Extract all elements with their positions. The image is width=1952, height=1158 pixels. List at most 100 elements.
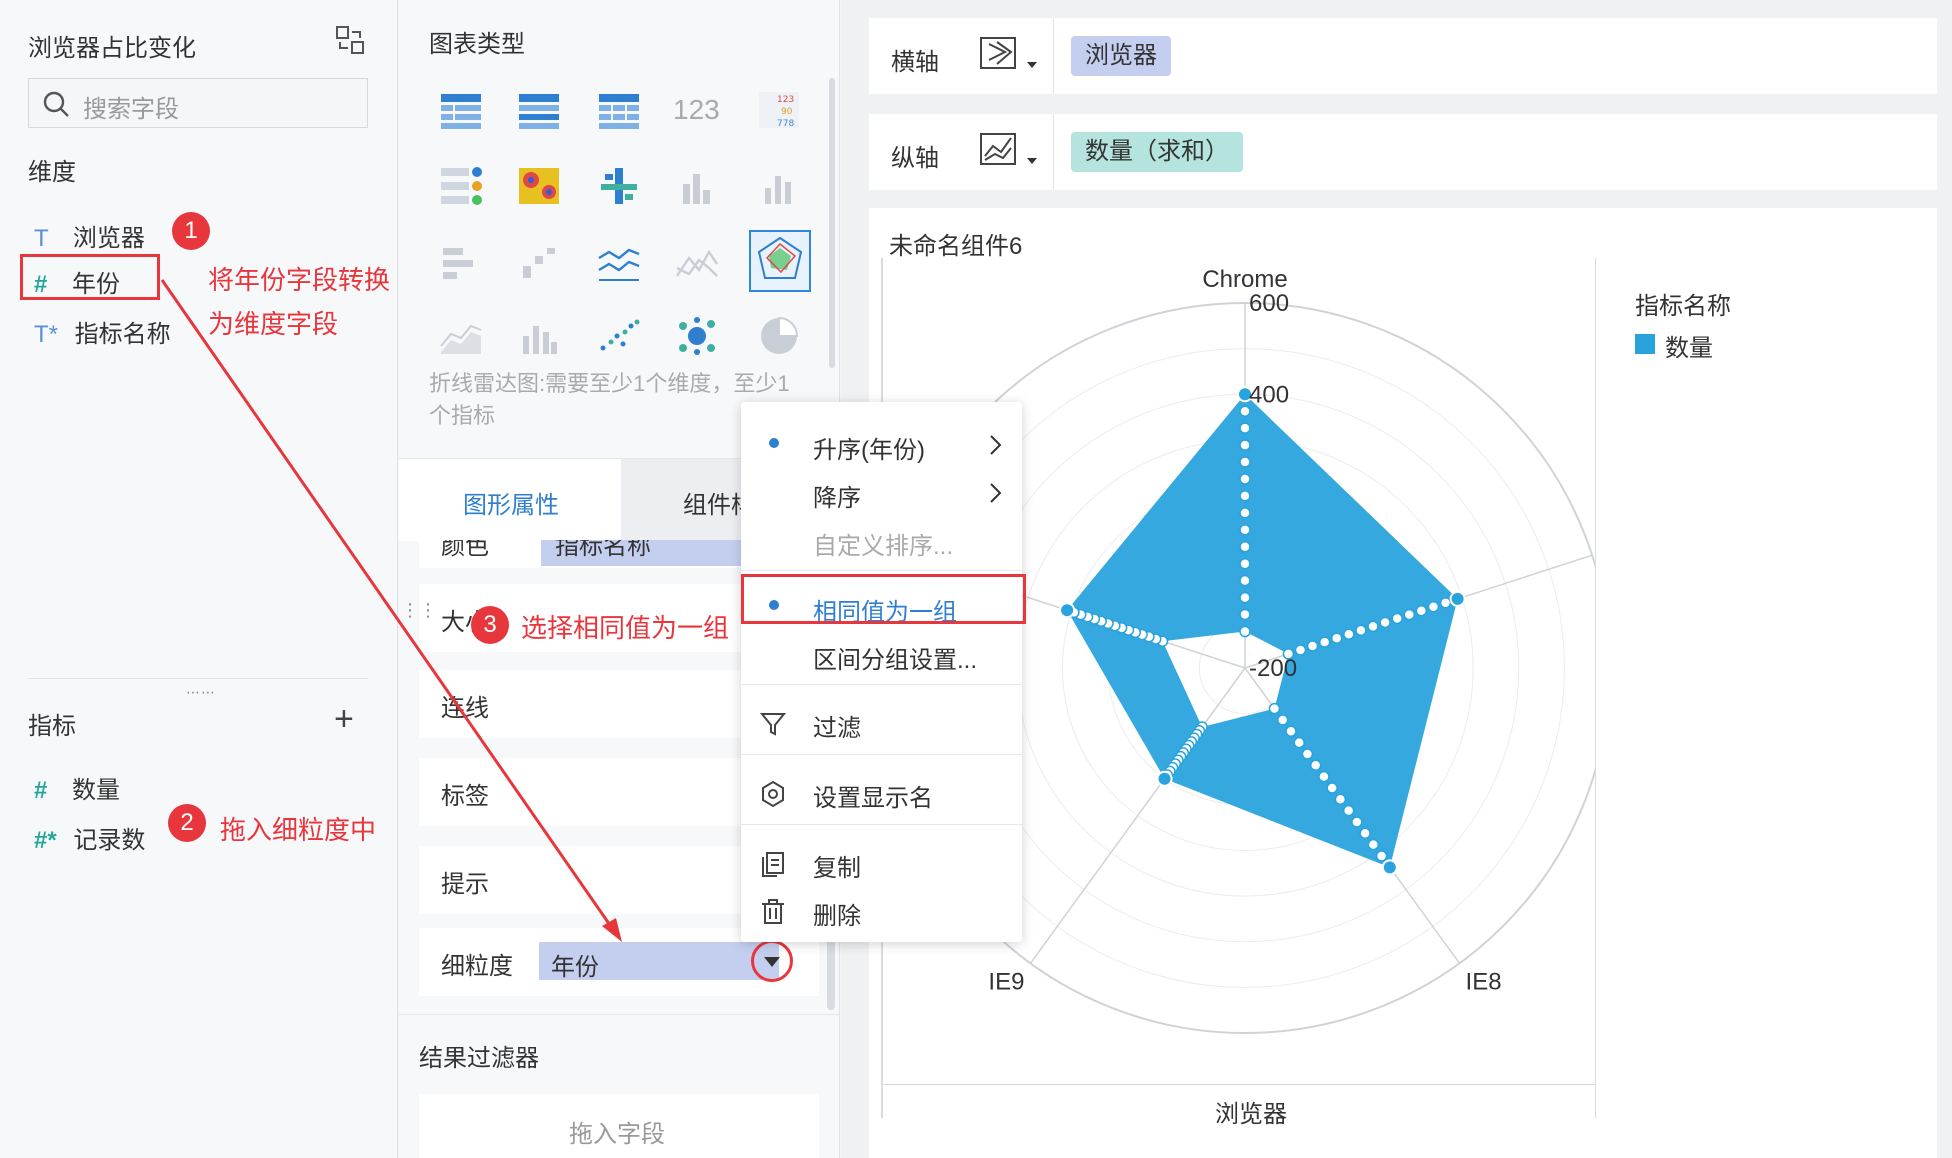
step-chart-gray-icon[interactable]: [515, 238, 563, 286]
radar-data-point: [1059, 602, 1076, 619]
widget-title: 未命名组件6: [889, 233, 1023, 260]
menu-item-copy[interactable]: 复制: [741, 840, 1022, 886]
radar-data-point: [1285, 725, 1297, 738]
switch-dataset-icon[interactable]: [334, 24, 366, 56]
menu-item-interval-group[interactable]: 区间分组设置...: [741, 632, 1022, 678]
radar-category-label: IE9: [988, 968, 1024, 995]
column-chart-gray-icon[interactable]: [755, 162, 803, 210]
menu-item-delete[interactable]: 删除: [741, 888, 1022, 934]
scatter-chart-icon[interactable]: [595, 312, 643, 360]
result-filter-header: 结果过滤器: [419, 1045, 539, 1072]
number-type-icon: #*: [34, 827, 57, 854]
radar-category-label: Chrome: [1202, 266, 1287, 293]
group-table-icon[interactable]: [515, 86, 563, 134]
colored-kpi-icon[interactable]: 123 90 778: [755, 86, 803, 134]
stacked-bar-gray-icon[interactable]: [437, 238, 485, 286]
radar-data-point: [1318, 770, 1330, 783]
menu-item-filter[interactable]: 过滤: [741, 700, 1022, 746]
step-2-text: 拖入细粒度中: [220, 815, 377, 845]
y-axis-shelf[interactable]: 纵轴 数量（求和）: [869, 114, 1937, 190]
radar-data-point: [1381, 859, 1398, 876]
radar-data-point: [1379, 616, 1391, 629]
pie-chart-gray-icon[interactable]: [755, 312, 803, 360]
chart-widget: 未命名组件6 浏览器 指标名称 数量 600400-200ChromeFiref…: [869, 208, 1937, 1158]
menu-item-custom-sort: 自定义排序...: [813, 533, 954, 560]
radar-data-point: [1330, 632, 1343, 644]
measure-field-records[interactable]: #* 记录数: [34, 820, 145, 855]
bar-chart-gray-icon[interactable]: [673, 162, 721, 210]
radar-data-point: [1294, 644, 1307, 656]
cross-table-icon[interactable]: [595, 86, 643, 134]
indicator-card-icon[interactable]: [437, 162, 485, 210]
menu-separator: [741, 570, 1022, 571]
step-3-badge: 3: [471, 606, 509, 644]
field-context-menu: 升序(年份) 降序 自定义排序... 相同值为一组 区间分组设置... 过滤 设…: [741, 402, 1026, 942]
same-value-highlight: [741, 574, 1026, 624]
tab-graph-properties[interactable]: 图形属性: [399, 459, 621, 541]
divider: [28, 678, 368, 679]
svg-text:123: 123: [777, 95, 794, 105]
divider: [1053, 18, 1054, 94]
x-axis-shelf[interactable]: 横轴 浏览器: [869, 18, 1937, 94]
granularity-year-pill[interactable]: 年份: [539, 942, 779, 981]
radar-data-point: [1415, 604, 1428, 617]
add-measure-icon[interactable]: +: [334, 700, 354, 739]
radar-data-point: [1301, 748, 1314, 760]
menu-separator: [741, 824, 1022, 825]
radar-tick-label: -200: [1249, 655, 1297, 682]
legend-swatch[interactable]: [1635, 334, 1655, 354]
radar-data-point: [1156, 770, 1173, 787]
radar-tick-label: 400: [1249, 381, 1289, 408]
step-3-text: 选择相同值为一组: [521, 613, 730, 643]
radar-data-point: [1367, 620, 1379, 633]
combo-chart-gray-icon[interactable]: [515, 312, 563, 360]
heatmap-icon[interactable]: [515, 162, 563, 210]
search-input[interactable]: 搜索字段: [28, 78, 368, 128]
radar-data-point: [1239, 439, 1251, 451]
menu-item-descending[interactable]: 降序: [741, 470, 1022, 516]
drag-handle[interactable]: ⋮⋮: [401, 600, 437, 621]
chevron-right-icon: [990, 483, 1002, 503]
radar-data-point: [1359, 827, 1371, 840]
area-line-gray-icon[interactable]: [673, 238, 721, 286]
radar-data-point: [1342, 804, 1355, 817]
result-filter-dropzone[interactable]: 拖入字段: [419, 1094, 819, 1158]
radar-data-point: [1343, 628, 1355, 641]
radar-data-point: [1403, 608, 1416, 621]
chart-type-scrollbar[interactable]: [829, 78, 835, 368]
radar-data-point: [1355, 624, 1367, 637]
text-type-icon: T*: [34, 321, 58, 348]
kpi-123-icon[interactable]: 123: [673, 94, 723, 126]
radar-data-point: [1391, 612, 1403, 625]
bubble-chart-icon[interactable]: [673, 312, 721, 360]
selected-dot-icon: [769, 438, 779, 448]
text-type-icon: T: [34, 225, 49, 252]
area-chart-gray-icon[interactable]: [437, 312, 485, 360]
legend-item-count[interactable]: 数量: [1665, 328, 1713, 363]
radar-data-point: [1309, 759, 1322, 772]
radar-data-point: [1268, 702, 1281, 715]
line-chart-icon[interactable]: [595, 238, 643, 286]
radar-chart-type-selected[interactable]: [749, 230, 811, 292]
dimension-field-year[interactable]: # 年份: [34, 264, 120, 299]
radar-data-point: [1239, 422, 1251, 434]
y-axis-type-icon[interactable]: [977, 128, 1047, 178]
dimension-field-metric-name[interactable]: T* 指标名称: [34, 314, 171, 349]
table-icon[interactable]: [437, 86, 485, 134]
field-panel: 浏览器占比变化 搜索字段 维度 T 浏览器 # 年份 T* 指标名称 1 将年份…: [0, 0, 398, 1158]
resize-handle[interactable]: ⋯⋯: [186, 684, 216, 701]
dot-grid-icon[interactable]: [595, 162, 643, 210]
dimension-field-browser[interactable]: T 浏览器: [34, 218, 145, 253]
radar-data-point: [1276, 714, 1289, 726]
radar-data-point: [1239, 507, 1251, 519]
granularity-dropdown-button[interactable]: [751, 940, 793, 982]
x-axis-type-icon[interactable]: [977, 32, 1047, 82]
svg-text:778: 778: [777, 119, 794, 129]
menu-item-ascending[interactable]: 升序(年份): [741, 422, 1022, 468]
menu-item-set-display-name[interactable]: 设置显示名: [741, 770, 1022, 816]
y-axis-field-count-sum[interactable]: 数量（求和）: [1071, 132, 1243, 172]
measure-field-count[interactable]: # 数量: [34, 770, 120, 805]
radar-data-point: [1239, 574, 1251, 587]
radar-data-point: [1367, 838, 1380, 851]
x-axis-field-browser[interactable]: 浏览器: [1071, 36, 1171, 76]
